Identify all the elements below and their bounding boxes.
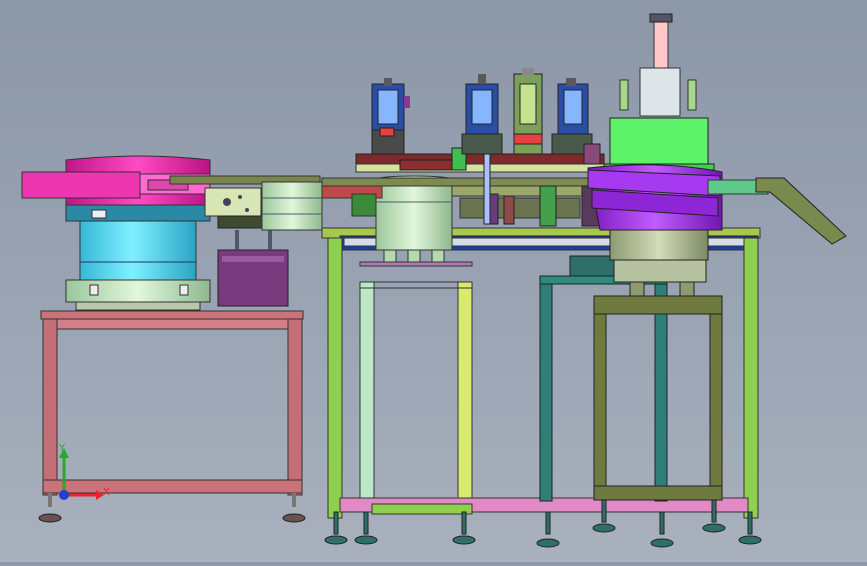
- x-axis-label: X: [103, 487, 110, 498]
- press-station-4: [551, 78, 601, 165]
- hopper-box: [217, 230, 289, 307]
- center-bowl-feeder: [373, 175, 455, 263]
- y-axis-label: Y: [58, 443, 66, 454]
- transfer-cylinder-left: [261, 181, 323, 231]
- left-support-table: [38, 310, 306, 523]
- cad-viewport[interactable]: X Y: [0, 0, 867, 562]
- press-station-1: [371, 78, 410, 155]
- right-vibratory-feeder: [587, 13, 723, 297]
- press-station-3: [513, 68, 543, 155]
- z-axis-dot: [59, 490, 69, 500]
- main-feed-rail: [321, 177, 605, 227]
- assembly-machine-drawing: X Y: [21, 13, 847, 548]
